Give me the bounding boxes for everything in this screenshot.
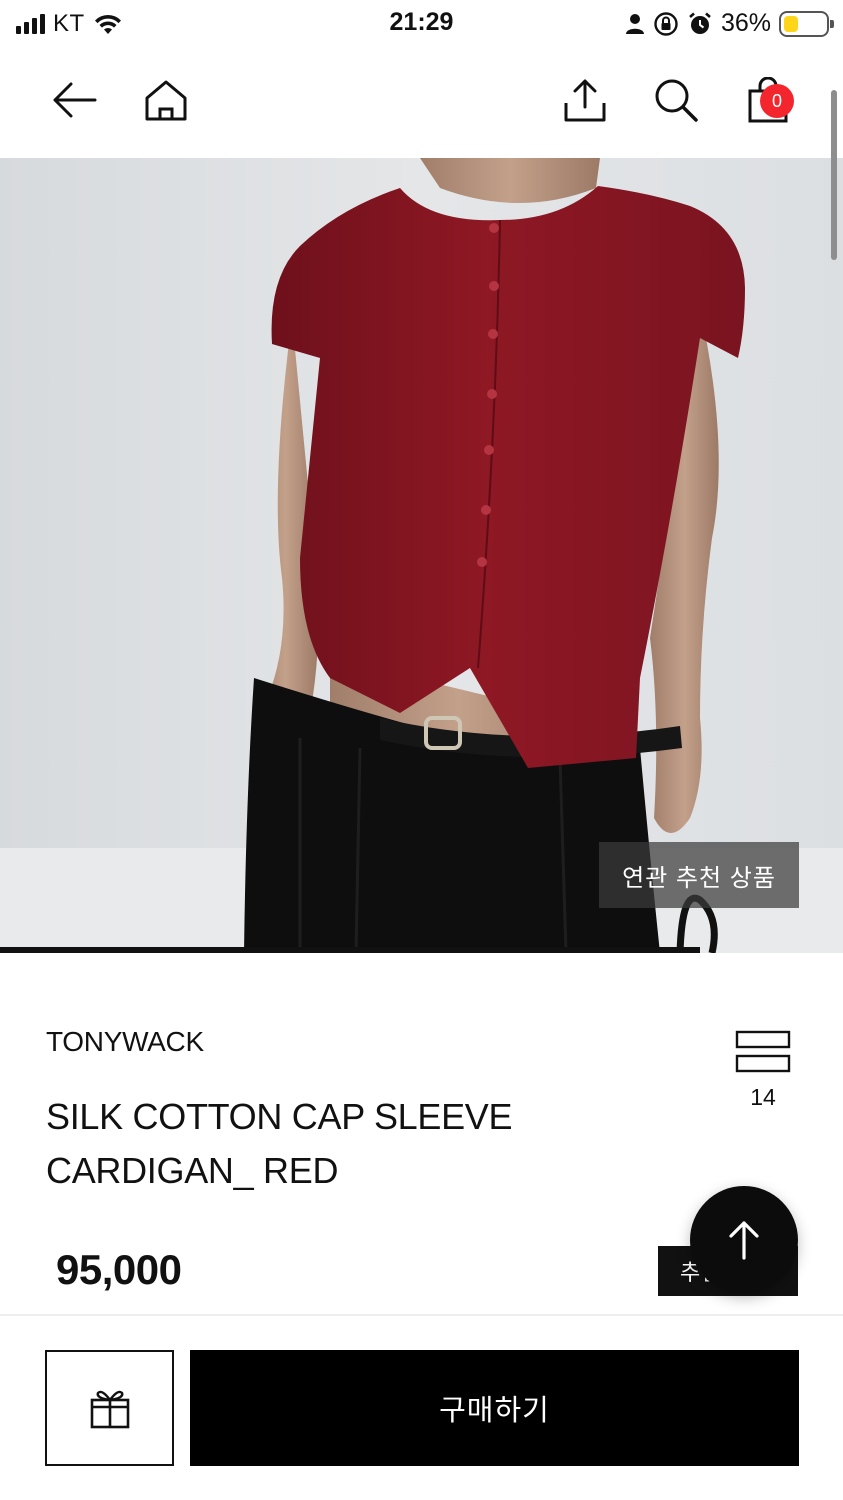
buy-button[interactable]: 구매하기: [190, 1350, 799, 1466]
wishlist-icon: [735, 1030, 791, 1073]
home-button[interactable]: [136, 70, 196, 130]
status-right: 36%: [625, 9, 834, 38]
battery-fill: [784, 15, 799, 32]
product-price: 95,000: [56, 1246, 182, 1293]
share-icon: [564, 79, 606, 122]
home-icon: [145, 80, 187, 121]
scroll-indicator[interactable]: [831, 90, 837, 260]
product-image[interactable]: 연관 추천 상품: [0, 158, 843, 953]
wishlist-count: 14: [750, 1084, 776, 1110]
product-title: SILK COTTON CAP SLEEVE CARDIGAN_ RED: [46, 1096, 513, 1191]
related-products-button[interactable]: 연관 추천 상품: [599, 842, 799, 908]
back-arrow-icon: [53, 82, 97, 118]
back-button[interactable]: [44, 70, 104, 130]
image-progress-bar: [0, 947, 700, 953]
product-brand[interactable]: TONYWACK: [46, 1026, 204, 1058]
battery-percent: 36%: [720, 9, 771, 37]
orientation-lock-icon: [654, 11, 678, 36]
scroll-top-button[interactable]: [690, 1186, 798, 1294]
status-bar: KT 21:29 36%: [0, 0, 843, 48]
cart-button[interactable]: 0: [738, 70, 798, 130]
share-button[interactable]: [555, 70, 615, 130]
wishlist-button[interactable]: 14: [730, 1030, 796, 1111]
battery-icon: [779, 10, 834, 37]
arrow-up-icon: [729, 1221, 759, 1260]
gift-icon: [90, 1390, 129, 1429]
gift-button[interactable]: [45, 1350, 174, 1466]
search-button[interactable]: [646, 70, 706, 130]
search-icon: [655, 79, 698, 122]
cart-count-badge: 0: [760, 84, 794, 118]
nav-bar: 0: [0, 48, 843, 158]
divider: [0, 1314, 843, 1316]
person-icon: [625, 13, 644, 34]
alarm-icon: [689, 12, 711, 34]
product-photo: [0, 158, 843, 953]
